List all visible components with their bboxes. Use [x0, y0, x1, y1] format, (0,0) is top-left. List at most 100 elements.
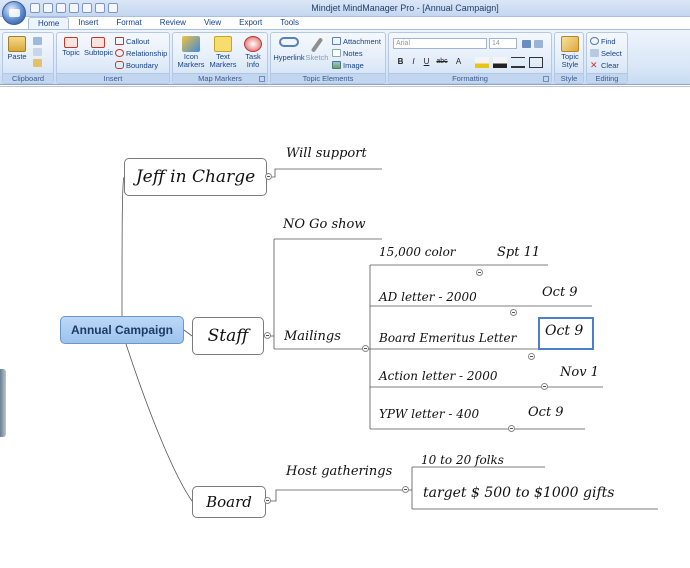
copy-icon[interactable] — [33, 48, 42, 56]
map-markers-launcher[interactable] — [259, 76, 265, 82]
ribbon: Paste Clipboard Topic Subtopic Callout R… — [0, 29, 690, 85]
text-markers-button[interactable]: Text Markers — [208, 36, 238, 69]
mailing-date[interactable]: Nov 1 — [560, 365, 599, 380]
map-canvas[interactable]: Annual Campaign Jeff in Charge Staff Boa… — [0, 86, 690, 568]
shape-icon[interactable] — [529, 57, 543, 68]
image-icon — [332, 61, 341, 69]
mailing-15000-color[interactable]: 15,000 color — [379, 245, 456, 259]
topic-staff[interactable]: Staff — [192, 317, 264, 355]
task-info-button[interactable]: Task Info — [240, 36, 266, 69]
hyperlink-icon — [279, 37, 299, 47]
topic-label: Jeff in Charge — [135, 167, 256, 187]
subtopic-no-go-show[interactable]: NO Go show — [283, 217, 366, 232]
italic-button[interactable]: I — [408, 57, 419, 68]
line-color-icon[interactable] — [493, 57, 507, 68]
callout-button[interactable]: Callout — [115, 36, 149, 46]
icon-markers-icon — [182, 36, 200, 52]
sketch-button[interactable]: Sketch — [305, 37, 329, 62]
collapse-toggle[interactable] — [541, 383, 548, 390]
select-button[interactable]: Select — [590, 48, 622, 58]
fill-color-icon[interactable] — [475, 57, 489, 68]
image-button[interactable]: Image — [332, 60, 364, 70]
collapse-toggle[interactable] — [264, 332, 271, 339]
topic-board[interactable]: Board — [192, 486, 266, 518]
style-group: Topic Style Style — [554, 32, 584, 84]
clear-button[interactable]: ✕ Clear — [590, 60, 619, 70]
map-markers-group: Icon Markers Text Markers Task Info Map … — [172, 32, 268, 84]
collapse-toggle[interactable] — [265, 173, 272, 180]
application-menu-button[interactable] — [2, 1, 26, 25]
shrink-font-icon[interactable] — [534, 40, 543, 48]
attachment-icon — [332, 37, 341, 45]
topic-jeff-in-charge[interactable]: Jeff in Charge — [124, 158, 267, 196]
formatting-group-label: Formatting — [389, 73, 551, 83]
format-painter-icon[interactable] — [33, 59, 42, 67]
font-size-select[interactable]: 14 — [489, 38, 517, 49]
icon-markers-button[interactable]: Icon Markers — [176, 36, 206, 69]
clipboard-group: Paste Clipboard — [2, 32, 54, 84]
strikethrough-button[interactable]: abc — [434, 57, 450, 68]
collapse-toggle[interactable] — [510, 309, 517, 316]
subtopic-host-gatherings[interactable]: Host gatherings — [286, 464, 392, 479]
gatherings-note[interactable]: 10 to 20 folks — [421, 453, 504, 467]
collapse-toggle[interactable] — [528, 353, 535, 360]
mailing-board-emeritus-letter[interactable]: Board Emeritus Letter — [379, 331, 516, 345]
editing-group: Find Select ✕ Clear Editing — [586, 32, 628, 84]
mailing-date[interactable]: Oct 9 — [542, 285, 578, 300]
topic-style-button[interactable]: Topic Style — [556, 36, 584, 69]
topic-label: Staff — [207, 326, 249, 346]
relationship-button[interactable]: Relationship — [115, 48, 167, 58]
hyperlink-button[interactable]: Hyperlink — [273, 37, 305, 62]
insert-group-label: Insert — [57, 73, 169, 83]
task-info-icon — [244, 36, 262, 52]
collapse-toggle[interactable] — [476, 269, 483, 276]
boundary-button[interactable]: Boundary — [115, 60, 158, 70]
mailing-date[interactable]: Spt 11 — [497, 245, 540, 260]
collapse-toggle[interactable] — [264, 497, 271, 504]
select-icon — [590, 49, 599, 57]
find-icon — [590, 37, 599, 45]
paste-button[interactable]: Paste — [6, 36, 28, 61]
notes-button[interactable]: Notes — [332, 48, 363, 58]
mailing-action-letter[interactable]: Action letter - 2000 — [379, 369, 497, 383]
mailing-ypw-letter[interactable]: YPW letter - 400 — [379, 407, 479, 421]
mailing-ad-letter[interactable]: AD letter - 2000 — [379, 290, 477, 304]
formatting-launcher[interactable] — [543, 76, 549, 82]
cut-icon[interactable] — [33, 37, 42, 45]
formatting-group: Arial 14 B I U abc A Formatting — [388, 32, 552, 84]
subtopic-will-support[interactable]: Will support — [286, 146, 367, 161]
collapse-toggle[interactable] — [508, 425, 515, 432]
title-bar: Mindjet MindManager Pro - [Annual Campai… — [0, 0, 690, 17]
subtopic-button[interactable]: Subtopic — [84, 37, 113, 57]
central-topic[interactable]: Annual Campaign — [60, 316, 184, 344]
bold-button[interactable]: B — [395, 57, 406, 68]
collapse-toggle[interactable] — [402, 486, 409, 493]
topic-style-icon — [561, 36, 579, 52]
relationship-icon — [115, 49, 124, 57]
subtopic-icon — [91, 37, 105, 48]
editing-group-label: Editing — [587, 73, 627, 83]
mailing-date-selected[interactable]: Oct 9 — [545, 323, 583, 339]
topic-elements-group-label: Topic Elements — [271, 73, 385, 83]
text-markers-icon — [214, 36, 232, 52]
paste-icon — [8, 36, 26, 52]
topic-icon — [64, 37, 78, 48]
underline-button[interactable]: U — [421, 57, 432, 68]
font-color-button[interactable]: A — [453, 57, 464, 68]
notes-icon — [332, 49, 341, 57]
style-group-label: Style — [555, 73, 583, 83]
gatherings-target[interactable]: target $ 500 to $1000 gifts — [423, 485, 614, 501]
mailing-date[interactable]: Oct 9 — [528, 405, 564, 420]
sketch-icon — [310, 37, 324, 53]
line-style-icon[interactable] — [511, 57, 525, 68]
insert-group: Topic Subtopic Callout Relationship Boun… — [56, 32, 170, 84]
font-family-select[interactable]: Arial — [393, 38, 487, 49]
grow-font-icon[interactable] — [522, 40, 531, 48]
attachment-button[interactable]: Attachment — [332, 36, 381, 46]
clipboard-group-label: Clipboard — [3, 73, 53, 83]
collapse-toggle[interactable] — [362, 345, 369, 352]
topic-button[interactable]: Topic — [60, 37, 82, 57]
topic-label: Board — [206, 493, 252, 511]
subtopic-mailings[interactable]: Mailings — [284, 329, 341, 344]
find-button[interactable]: Find — [590, 36, 616, 46]
